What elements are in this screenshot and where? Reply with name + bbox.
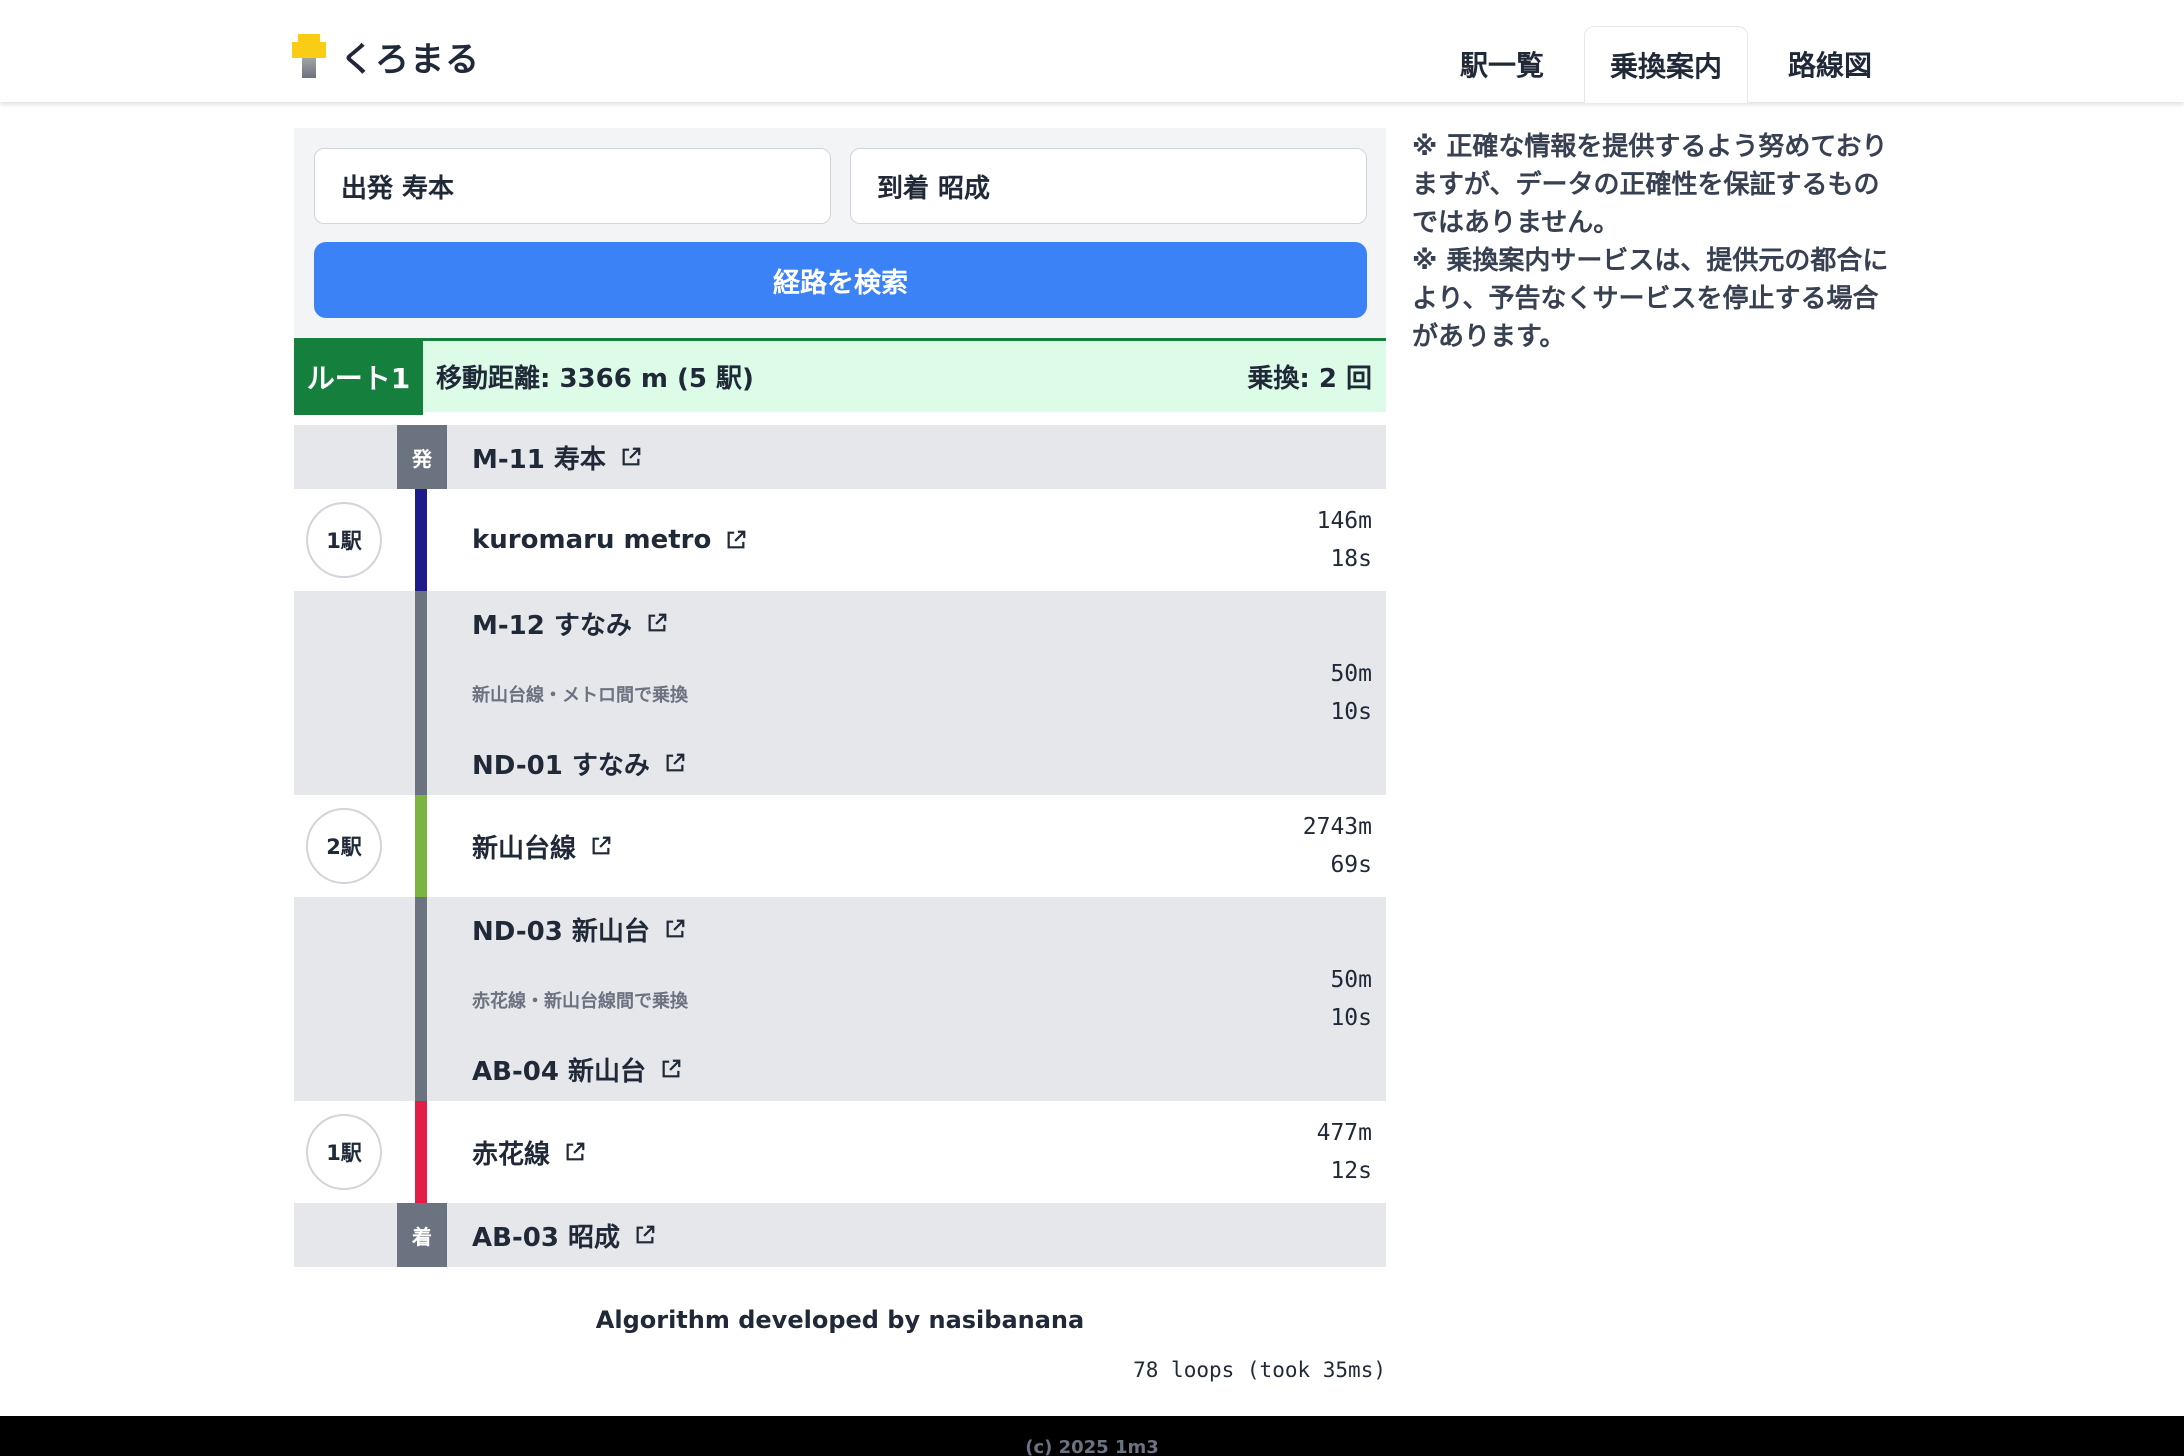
tab-route-map[interactable]: 路線図 — [1748, 26, 1912, 102]
station-name: ND-01 すなみ — [472, 750, 650, 781]
transfer-note: 新山台線・メトロ間で乗換 — [472, 685, 688, 706]
stop-count-badge: 2駅 — [306, 808, 382, 884]
station-link[interactable]: M-11 寿本 — [472, 425, 642, 489]
line-color-bar — [415, 1101, 427, 1203]
notice-line: ※ 正確な情報を提供するよう努めておりますが、データの正確性を保証するものではあ… — [1412, 132, 1888, 238]
tab-station-list[interactable]: 駅一覧 — [1420, 26, 1584, 102]
line-name: 赤花線 — [472, 1139, 551, 1170]
station-link[interactable]: M-12 すなみ — [472, 591, 668, 655]
station-name: AB-04 新山台 — [472, 1056, 646, 1087]
external-link-icon — [620, 446, 642, 468]
external-link-icon — [660, 1058, 682, 1080]
line-name: kuromaru metro — [472, 525, 712, 555]
segment-metrics: 50m 10s — [1330, 655, 1372, 731]
transfer-bar — [415, 591, 427, 795]
route-summary: ルート1 移動距離: 3366 m (5 駅) 乗換: 2 回 — [294, 338, 1386, 415]
search-panel: 出発 寿本 到着 昭成 経路を検索 — [294, 128, 1386, 338]
app-header: くろまる 駅一覧 乗換案内 路線図 — [0, 0, 2184, 103]
page-footer: (c) 2025 1m3 — [0, 1416, 2184, 1456]
line-link[interactable]: 赤花線 — [472, 1101, 586, 1203]
segment-distance: 50m — [1330, 661, 1372, 687]
line-link[interactable]: 新山台線 — [472, 795, 612, 897]
external-link-icon — [664, 918, 686, 940]
notice-line: ※ 乗換案内サービスは、提供元の都合により、予告なくサービスを停止する場合があり… — [1412, 246, 1889, 352]
station-name: M-11 寿本 — [472, 444, 606, 475]
search-route-button[interactable]: 経路を検索 — [314, 242, 1367, 318]
stop-count-badge: 1駅 — [306, 502, 382, 578]
segment-distance: 50m — [1330, 967, 1372, 993]
transfer-note: 赤花線・新山台線間で乗換 — [472, 991, 688, 1012]
arrival-field[interactable]: 到着 昭成 — [850, 148, 1367, 224]
line-link[interactable]: kuromaru metro — [472, 489, 747, 591]
segment-time: 18s — [1330, 546, 1372, 572]
station-link[interactable]: AB-04 新山台 — [472, 1037, 682, 1101]
lightbulb-icon — [292, 32, 326, 80]
external-link-icon — [646, 612, 668, 634]
external-link-icon — [634, 1224, 656, 1246]
segment-metrics: 477m 12s — [1317, 1114, 1372, 1190]
segment-time: 10s — [1330, 1005, 1372, 1031]
segment-metrics: 2743m 69s — [1303, 808, 1372, 884]
performance-stats: 78 loops (took 35ms) — [1133, 1358, 1386, 1382]
external-link-icon — [664, 752, 686, 774]
segment-distance: 146m — [1316, 508, 1372, 534]
station-name: M-12 すなみ — [472, 610, 632, 641]
station-link[interactable]: ND-03 新山台 — [472, 897, 686, 961]
external-link-icon — [725, 529, 747, 551]
origin-station-row: 発 M-11 寿本 — [294, 425, 1386, 489]
line-segment-row: 2駅 新山台線 2743m 69s — [294, 795, 1386, 897]
logo-text: くろまる — [340, 39, 480, 80]
transfer-row: M-12 すなみ 新山台線・メトロ間で乗換 ND-01 すなみ 50m 10s — [294, 591, 1386, 795]
tab-transit-guide[interactable]: 乗換案内 — [1584, 26, 1748, 103]
segment-time: 69s — [1330, 852, 1372, 878]
route-transfers: 乗換: 2 回 — [1247, 364, 1372, 394]
external-link-icon — [590, 835, 612, 857]
line-color-bar — [415, 795, 427, 897]
segment-time: 12s — [1330, 1158, 1372, 1184]
arrive-tag: 着 — [397, 1203, 447, 1267]
departure-field[interactable]: 出発 寿本 — [314, 148, 831, 224]
route-distance: 移動距離: 3366 m (5 駅) — [436, 364, 754, 394]
algorithm-credit: Algorithm developed by nasibanana — [595, 1306, 1085, 1334]
nav-tabs: 駅一覧 乗換案内 路線図 — [1420, 26, 1912, 103]
station-name: AB-03 昭成 — [472, 1222, 620, 1253]
logo[interactable]: くろまる — [292, 30, 480, 82]
segment-distance: 2743m — [1302, 814, 1372, 840]
disclaimer-notice: ※ 正確な情報を提供するよう努めておりますが、データの正確性を保証するものではあ… — [1412, 128, 1892, 356]
station-link[interactable]: AB-03 昭成 — [472, 1203, 656, 1267]
destination-station-row: 着 AB-03 昭成 — [294, 1203, 1386, 1267]
segment-metrics: 146m 18s — [1317, 502, 1372, 578]
transfer-bar — [415, 897, 427, 1101]
line-segment-row: 1駅 赤花線 477m 12s — [294, 1101, 1386, 1203]
segment-time: 10s — [1330, 699, 1372, 725]
segment-metrics: 50m 10s — [1330, 961, 1372, 1037]
stop-count-badge: 1駅 — [306, 1114, 382, 1190]
route-badge: ルート1 — [294, 338, 423, 415]
segment-distance: 477m — [1316, 1120, 1372, 1146]
station-link[interactable]: ND-01 すなみ — [472, 731, 686, 795]
transfer-row: ND-03 新山台 赤花線・新山台線間で乗換 AB-04 新山台 50m 10s — [294, 897, 1386, 1101]
line-name: 新山台線 — [472, 833, 577, 864]
depart-tag: 発 — [397, 425, 447, 489]
station-name: ND-03 新山台 — [472, 916, 650, 947]
external-link-icon — [564, 1141, 586, 1163]
line-color-bar — [415, 489, 427, 591]
line-segment-row: 1駅 kuromaru metro 146m 18s — [294, 489, 1386, 591]
